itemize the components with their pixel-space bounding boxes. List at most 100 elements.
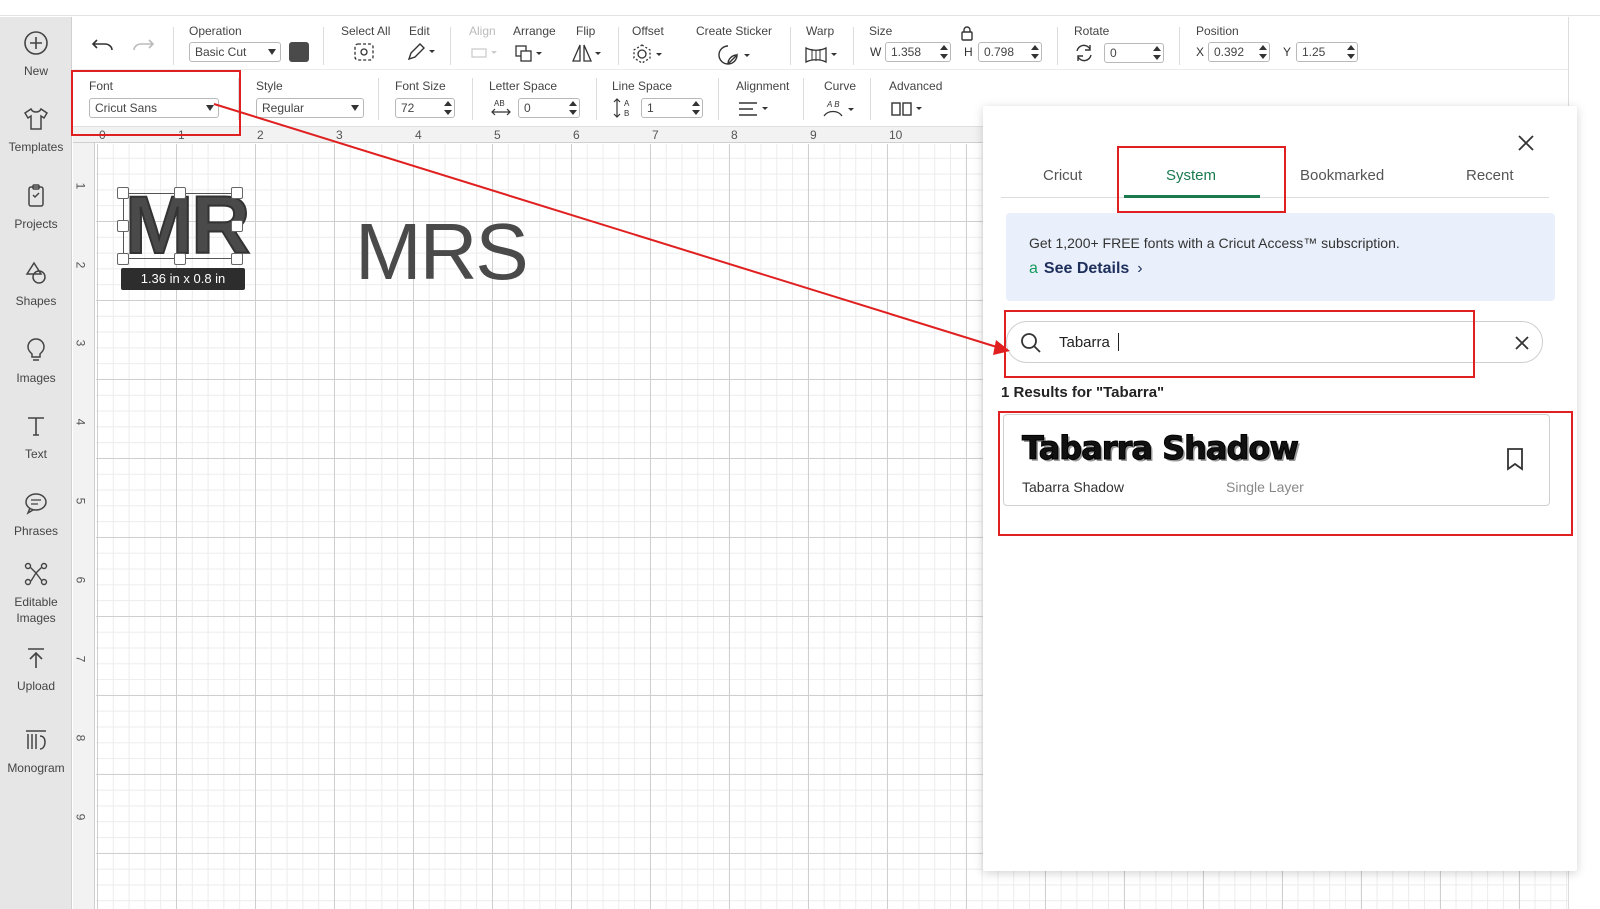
sidebar-item-templates[interactable]: Templates xyxy=(0,105,72,155)
shirt-icon xyxy=(22,105,50,133)
lock-aspect-button[interactable] xyxy=(960,25,974,41)
resize-handle[interactable] xyxy=(117,187,129,199)
stepper-icon[interactable] xyxy=(692,101,700,115)
resize-handle[interactable] xyxy=(174,187,186,199)
stepper-icon[interactable] xyxy=(1153,46,1161,60)
select-all-icon xyxy=(354,43,374,61)
resize-handle[interactable] xyxy=(231,253,243,265)
ruler-number: 6 xyxy=(73,576,88,584)
width-input[interactable]: 1.358 xyxy=(885,42,951,62)
arrange-button[interactable] xyxy=(513,43,547,63)
tab-bookmarked[interactable]: Bookmarked xyxy=(1300,167,1384,184)
sidebar-item-editable-images[interactable]: Editable Images xyxy=(0,560,72,626)
resize-handle[interactable] xyxy=(117,253,129,265)
chevron-right-icon: › xyxy=(1137,260,1143,277)
text-icon xyxy=(22,412,50,440)
position-y-label: Y xyxy=(1283,45,1292,59)
position-x-input[interactable]: 0.392 xyxy=(1208,42,1270,62)
ruler-number: 6 xyxy=(573,128,580,142)
ruler-number: 2 xyxy=(73,261,88,269)
position-label: Position xyxy=(1196,24,1239,38)
warp-button[interactable] xyxy=(803,43,841,65)
resize-handle[interactable] xyxy=(174,253,186,265)
operation-label: Operation xyxy=(189,24,242,38)
arrange-icon xyxy=(515,45,542,62)
svg-text:A B: A B xyxy=(826,100,840,109)
text-align-icon xyxy=(739,102,768,116)
line-space-label: Line Space xyxy=(612,79,673,93)
curve-button[interactable]: A B xyxy=(821,98,859,120)
sidebar-item-shapes[interactable]: Shapes xyxy=(0,259,72,309)
sidebar-item-new[interactable]: New xyxy=(0,29,72,79)
sidebar-item-text[interactable]: Text xyxy=(0,412,72,462)
selected-text-object[interactable]: MR xyxy=(124,184,252,268)
height-input[interactable]: 0.798 xyxy=(978,42,1042,62)
line-space-icon-button: AB xyxy=(612,97,634,119)
position-x-value: 0.392 xyxy=(1214,45,1245,59)
align-button[interactable] xyxy=(469,44,501,62)
sidebar-item-phrases[interactable]: Phrases xyxy=(0,489,72,539)
redo-icon xyxy=(133,39,155,51)
undo-button[interactable] xyxy=(91,37,115,55)
text-object[interactable]: MRS xyxy=(355,212,529,292)
rotate-input[interactable]: 0 xyxy=(1104,43,1164,63)
left-sidebar: New Templates Projects Shapes Images Tex… xyxy=(0,17,72,909)
stepper-icon[interactable] xyxy=(1347,45,1355,59)
ruler-number: 9 xyxy=(73,813,88,821)
tab-recent[interactable]: Recent xyxy=(1466,167,1514,184)
operation-select[interactable]: Basic Cut xyxy=(189,42,281,62)
sticker-icon xyxy=(718,45,750,65)
flip-button[interactable] xyxy=(570,42,604,64)
tab-cricut[interactable]: Cricut xyxy=(1043,167,1082,184)
ruler-number: 5 xyxy=(73,497,88,505)
style-select[interactable]: Regular xyxy=(256,98,364,118)
rotate-icon-button[interactable] xyxy=(1073,43,1095,63)
divider xyxy=(853,27,854,65)
stepper-icon[interactable] xyxy=(444,101,452,115)
stepper-icon[interactable] xyxy=(940,45,948,59)
flip-label: Flip xyxy=(576,24,596,38)
operation-value: Basic Cut xyxy=(195,45,247,59)
resize-handle[interactable] xyxy=(231,187,243,199)
advanced-label: Advanced xyxy=(889,79,943,93)
alignment-label: Alignment xyxy=(736,79,790,93)
edit-button[interactable] xyxy=(405,42,437,62)
font-size-input[interactable]: 72 xyxy=(395,98,455,118)
sidebar-item-upload[interactable]: Upload xyxy=(0,644,72,694)
stepper-icon[interactable] xyxy=(569,101,577,115)
position-y-input[interactable]: 1.25 xyxy=(1296,42,1358,62)
alignment-button[interactable] xyxy=(736,100,772,118)
resize-handle[interactable] xyxy=(117,220,129,232)
rotate-label: Rotate xyxy=(1074,24,1110,38)
color-swatch[interactable] xyxy=(289,42,309,62)
line-space-input[interactable]: 1 xyxy=(641,98,703,118)
divider xyxy=(378,78,379,120)
clear-search-icon[interactable] xyxy=(1512,333,1532,353)
sidebar-item-label: Editable xyxy=(14,595,58,609)
bulb-icon xyxy=(22,336,50,364)
see-details-link[interactable]: a See Details › xyxy=(1029,260,1143,278)
create-sticker-button[interactable] xyxy=(716,43,754,67)
offset-button[interactable] xyxy=(631,43,665,65)
resize-handle[interactable] xyxy=(231,220,243,232)
letter-space-input[interactable]: 0 xyxy=(518,98,580,118)
stepper-icon[interactable] xyxy=(1259,45,1267,59)
sidebar-item-projects[interactable]: Projects xyxy=(0,182,72,232)
rotate-icon xyxy=(1076,44,1092,62)
stepper-icon[interactable] xyxy=(1031,45,1039,59)
clipboard-icon xyxy=(22,182,50,210)
ruler-number: 7 xyxy=(73,655,88,663)
letter-space-value: 0 xyxy=(524,101,531,115)
sidebar-item-label: Monogram xyxy=(7,761,65,775)
close-icon xyxy=(1518,135,1534,151)
sidebar-item-images[interactable]: Images xyxy=(0,336,72,386)
close-button[interactable] xyxy=(1514,131,1538,155)
sidebar-item-label-line2: Images xyxy=(16,611,56,625)
sidebar-item-monogram[interactable]: Monogram xyxy=(0,726,72,776)
ruler-number: 4 xyxy=(73,418,88,426)
redo-button[interactable] xyxy=(131,37,155,55)
advanced-button[interactable] xyxy=(889,100,927,118)
size-label: Size xyxy=(869,24,893,38)
line-space-icon: AB xyxy=(613,98,630,118)
select-all-button[interactable] xyxy=(352,42,376,62)
